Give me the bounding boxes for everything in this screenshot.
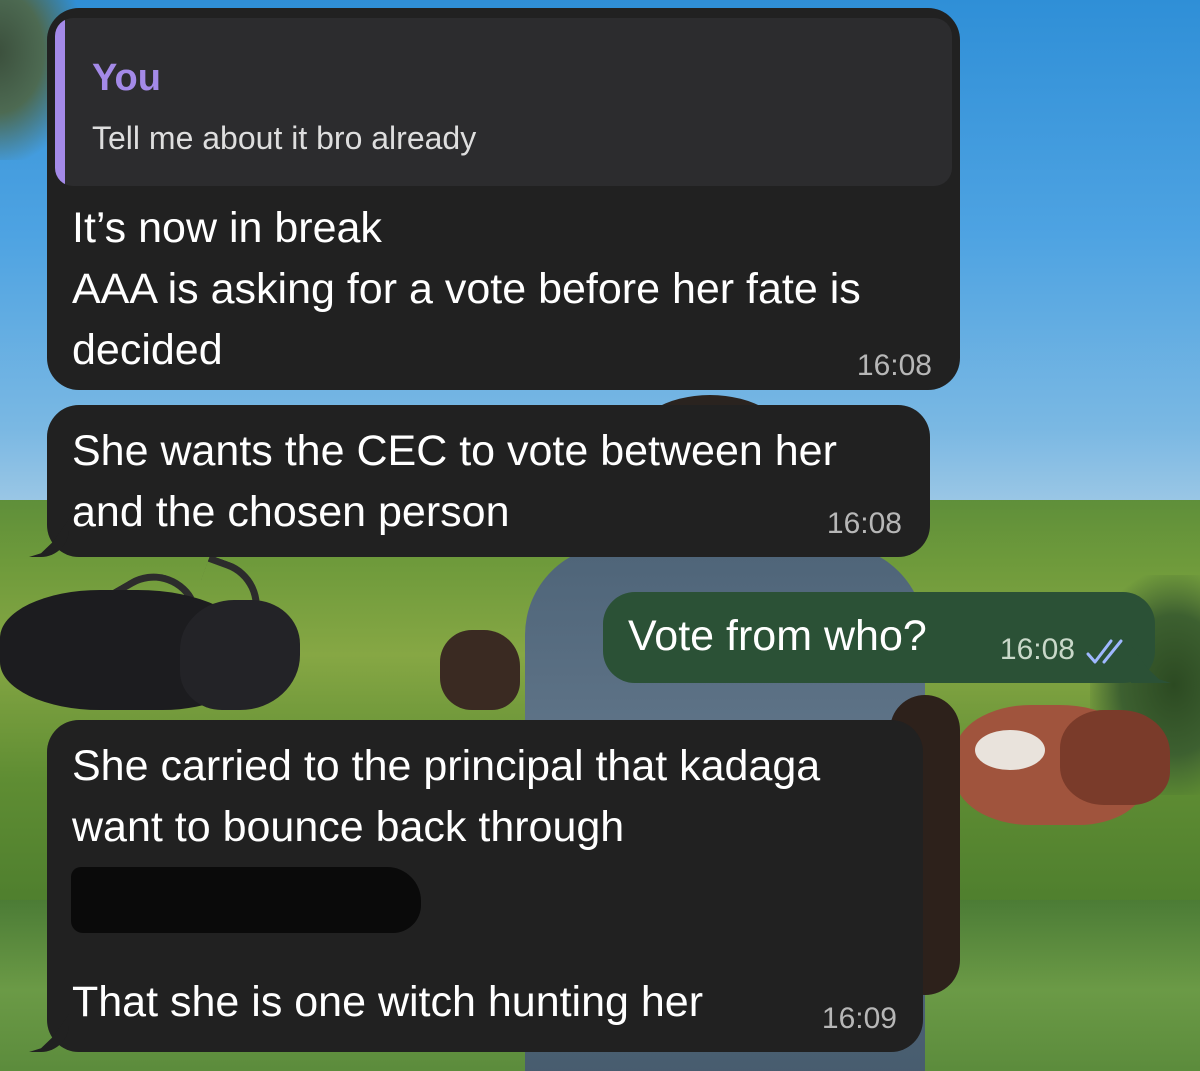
message-text: She carried to the principal that kadaga… xyxy=(72,742,821,851)
reply-sender: You xyxy=(92,57,161,99)
incoming-message[interactable]: She carried to the principal that kadaga… xyxy=(29,720,923,1052)
incoming-message[interactable]: You Tell me about it bro already It’s no… xyxy=(47,8,960,390)
message-time: 16:08 xyxy=(856,349,932,382)
message-time: 16:08 xyxy=(999,633,1075,666)
message-text: It’s now in break AAA is asking for a vo… xyxy=(72,204,861,374)
bubble-tail xyxy=(1131,645,1171,683)
reply-text: Tell me about it bro already xyxy=(92,120,477,156)
message-text: That she is one witch hunting her xyxy=(72,978,704,1026)
outgoing-message[interactable]: Vote from who? 16:08 xyxy=(603,592,1171,683)
message-time: 16:08 xyxy=(826,507,902,540)
message-text: Vote from who? xyxy=(628,612,927,660)
message-text: She wants the CEC to vote between her an… xyxy=(72,427,837,536)
double-check-icon xyxy=(1086,639,1123,664)
message-time: 16:09 xyxy=(821,1002,897,1035)
redaction-mark xyxy=(71,867,421,933)
bubble-tail xyxy=(29,519,69,557)
message-list[interactable]: You Tell me about it bro already It’s no… xyxy=(0,0,1200,1071)
reply-accent-bar xyxy=(55,18,65,186)
incoming-message[interactable]: She wants the CEC to vote between her an… xyxy=(29,405,930,557)
bubble-tail xyxy=(29,1014,69,1052)
reply-quote[interactable]: You Tell me about it bro already xyxy=(55,18,952,186)
